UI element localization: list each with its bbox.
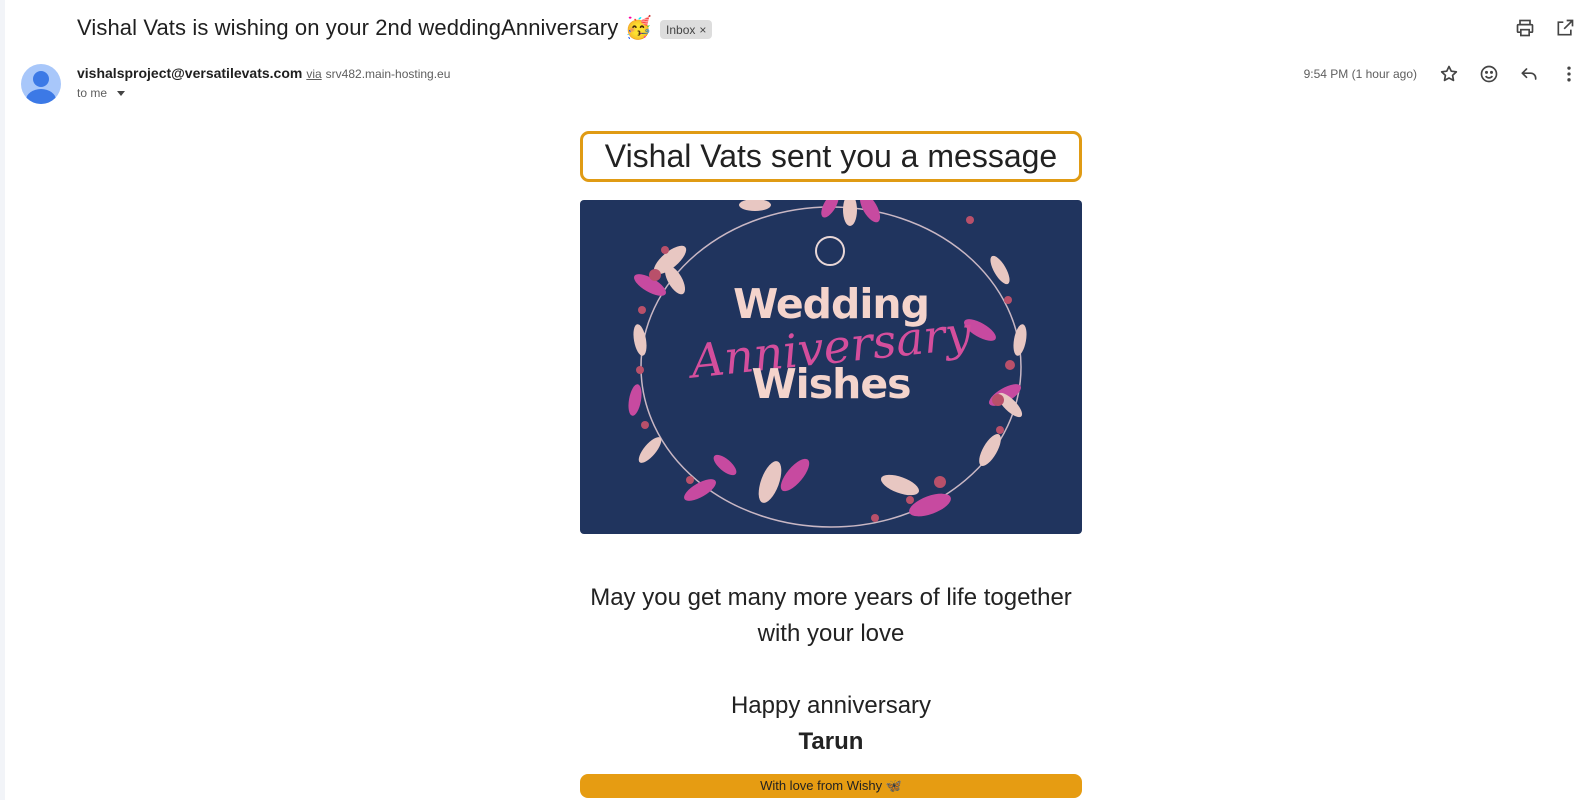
- anniversary-card-image: Wedding Anniversary Wishes: [580, 200, 1082, 534]
- greeting: Happy anniversary: [730, 692, 932, 719]
- card-title-wishes: Wishes: [751, 360, 911, 408]
- star-icon[interactable]: [1437, 62, 1461, 86]
- wish-message: May you get many more years of life toge…: [590, 584, 1072, 647]
- chevron-down-icon[interactable]: [117, 90, 126, 96]
- top-actions: [1513, 16, 1577, 40]
- subject-row: Vishal Vats is wishing on your 2nd weddi…: [77, 12, 713, 44]
- left-strip: [0, 0, 5, 800]
- timestamp: 9:54 PM (1 hour ago): [1303, 67, 1417, 81]
- via-host: srv482.main-hosting.eu: [325, 67, 451, 81]
- email-body: Vishal Vats sent you a message Wedding A…: [580, 131, 1082, 798]
- emoji-reaction-icon[interactable]: [1477, 62, 1501, 86]
- inbox-label-chip[interactable]: Inbox ×: [660, 20, 713, 39]
- open-in-new-window-icon[interactable]: [1553, 16, 1577, 40]
- recipient-details-toggle[interactable]: to me: [77, 86, 126, 100]
- message-header-box: Vishal Vats sent you a message: [580, 131, 1082, 182]
- reply-icon[interactable]: [1517, 62, 1541, 86]
- via-link[interactable]: via: [306, 67, 321, 81]
- bouquet-icon: [815, 236, 845, 266]
- avatar-icon[interactable]: [21, 64, 61, 104]
- message-actions: 9:54 PM (1 hour ago): [1304, 62, 1581, 86]
- sender-row: vishalsproject@versatilevats.com via srv…: [77, 65, 450, 81]
- recipient-name: Tarun: [798, 728, 864, 755]
- footer-banner: With love from Wishy 🦋: [580, 774, 1082, 798]
- recipient-text: to me: [77, 86, 108, 100]
- sender-email[interactable]: vishalsproject@versatilevats.com: [77, 65, 302, 81]
- email-subject: Vishal Vats is wishing on your 2nd weddi…: [77, 15, 653, 40]
- inbox-label-text: Inbox: [666, 22, 696, 37]
- remove-label-icon[interactable]: ×: [699, 23, 706, 37]
- print-icon[interactable]: [1513, 16, 1537, 40]
- more-vertical-icon[interactable]: [1557, 62, 1581, 86]
